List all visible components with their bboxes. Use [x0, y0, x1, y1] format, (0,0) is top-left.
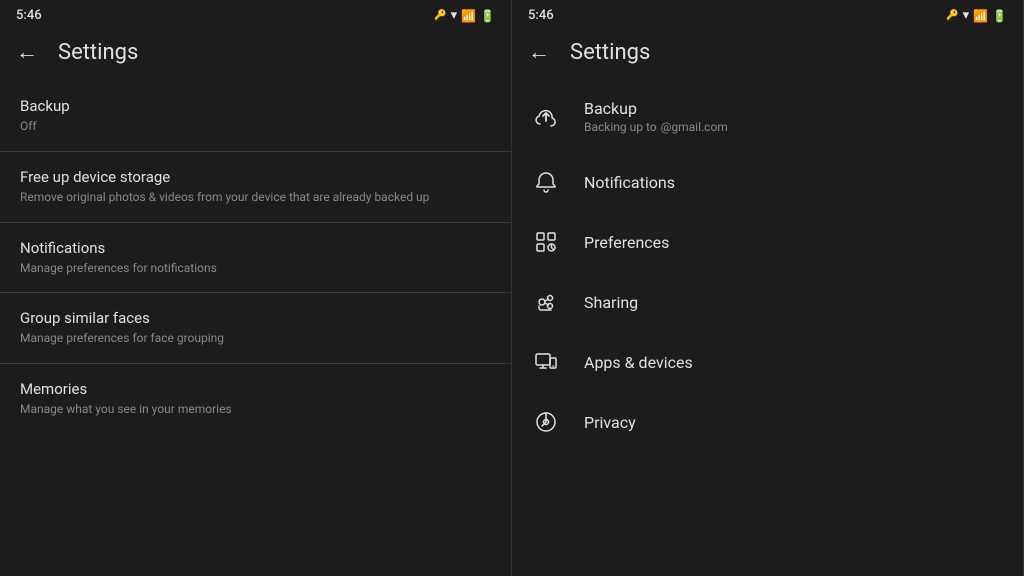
- sharing-text: Sharing: [584, 293, 638, 312]
- list-item-notifications[interactable]: Notifications Manage preferences for not…: [0, 223, 511, 293]
- wifi-icon: ▾: [451, 8, 458, 23]
- item-title: Backup: [20, 97, 491, 115]
- icon-item-apps-devices[interactable]: Apps & devices: [512, 332, 1023, 392]
- item-title: Group similar faces: [20, 309, 491, 327]
- battery-icon: 🔋: [480, 9, 495, 23]
- status-bar-right: 5:46 🔑 ▾ 📶 🔋: [512, 0, 1023, 27]
- signal-icon: 📶: [461, 9, 476, 23]
- status-bar-left: 5:46 🔑 ▾ 📶 🔋: [0, 0, 511, 27]
- privacy-icon: [532, 410, 560, 434]
- status-icons-left: 🔑 ▾ 📶 🔋: [434, 8, 495, 23]
- item-main-text: Sharing: [584, 293, 638, 312]
- list-item-backup[interactable]: Backup Off: [0, 81, 511, 151]
- notifications-text: Notifications: [584, 173, 675, 192]
- key-icon: 🔑: [946, 10, 958, 21]
- list-item-group-faces[interactable]: Group similar faces Manage preferences f…: [0, 293, 511, 363]
- back-button-left[interactable]: ←: [16, 39, 38, 65]
- item-subtitle: Manage preferences for notifications: [20, 260, 491, 277]
- icon-item-sharing[interactable]: Sharing: [512, 272, 1023, 332]
- battery-icon: 🔋: [992, 9, 1007, 23]
- time-right: 5:46: [528, 8, 554, 23]
- item-subtitle: Manage what you see in your memories: [20, 401, 491, 418]
- item-main-text: Backup: [584, 99, 728, 118]
- status-icons-right: 🔑 ▾ 📶 🔋: [946, 8, 1007, 23]
- preferences-icon: [532, 230, 560, 254]
- icon-item-backup[interactable]: Backup Backing up to @gmail.com: [512, 81, 1023, 152]
- back-button-right[interactable]: ←: [528, 39, 550, 65]
- signal-icon: 📶: [973, 9, 988, 23]
- privacy-text: Privacy: [584, 413, 636, 432]
- item-subtitle: Remove original photos & videos from you…: [20, 189, 491, 206]
- notifications-icon: [532, 170, 560, 194]
- key-icon: 🔑: [434, 10, 446, 21]
- item-sub-row: Backing up to @gmail.com: [584, 120, 728, 134]
- sharing-icon: [532, 290, 560, 314]
- left-panel: 5:46 🔑 ▾ 📶 🔋 ← Settings Backup Off Free …: [0, 0, 512, 576]
- item-main-text: Notifications: [584, 173, 675, 192]
- item-title: Free up device storage: [20, 168, 491, 186]
- icon-item-notifications[interactable]: Notifications: [512, 152, 1023, 212]
- preferences-text: Preferences: [584, 233, 669, 252]
- icon-item-preferences[interactable]: Preferences: [512, 212, 1023, 272]
- item-title: Memories: [20, 380, 491, 398]
- backup-sub-label: Backing up to: [584, 120, 657, 134]
- icon-item-privacy[interactable]: Privacy: [512, 392, 1023, 452]
- backup-icon: [532, 105, 560, 129]
- item-main-text: Privacy: [584, 413, 636, 432]
- list-item-free-storage[interactable]: Free up device storage Remove original p…: [0, 152, 511, 222]
- apps-devices-text: Apps & devices: [584, 353, 693, 372]
- right-panel: 5:46 🔑 ▾ 📶 🔋 ← Settings Backup Backing u…: [512, 0, 1024, 576]
- backup-text: Backup Backing up to @gmail.com: [584, 99, 728, 134]
- list-item-memories[interactable]: Memories Manage what you see in your mem…: [0, 364, 511, 434]
- item-main-text: Apps & devices: [584, 353, 693, 372]
- time-left: 5:46: [16, 8, 42, 23]
- backup-sub-value: @gmail.com: [661, 120, 728, 134]
- wifi-icon: ▾: [963, 8, 970, 23]
- header-right: ← Settings: [512, 27, 1023, 81]
- page-title-right: Settings: [570, 40, 650, 65]
- item-subtitle: Manage preferences for face grouping: [20, 330, 491, 347]
- item-subtitle: Off: [20, 118, 491, 135]
- item-title: Notifications: [20, 239, 491, 257]
- apps-devices-icon: [532, 350, 560, 374]
- page-title-left: Settings: [58, 40, 138, 65]
- header-left: ← Settings: [0, 27, 511, 81]
- item-main-text: Preferences: [584, 233, 669, 252]
